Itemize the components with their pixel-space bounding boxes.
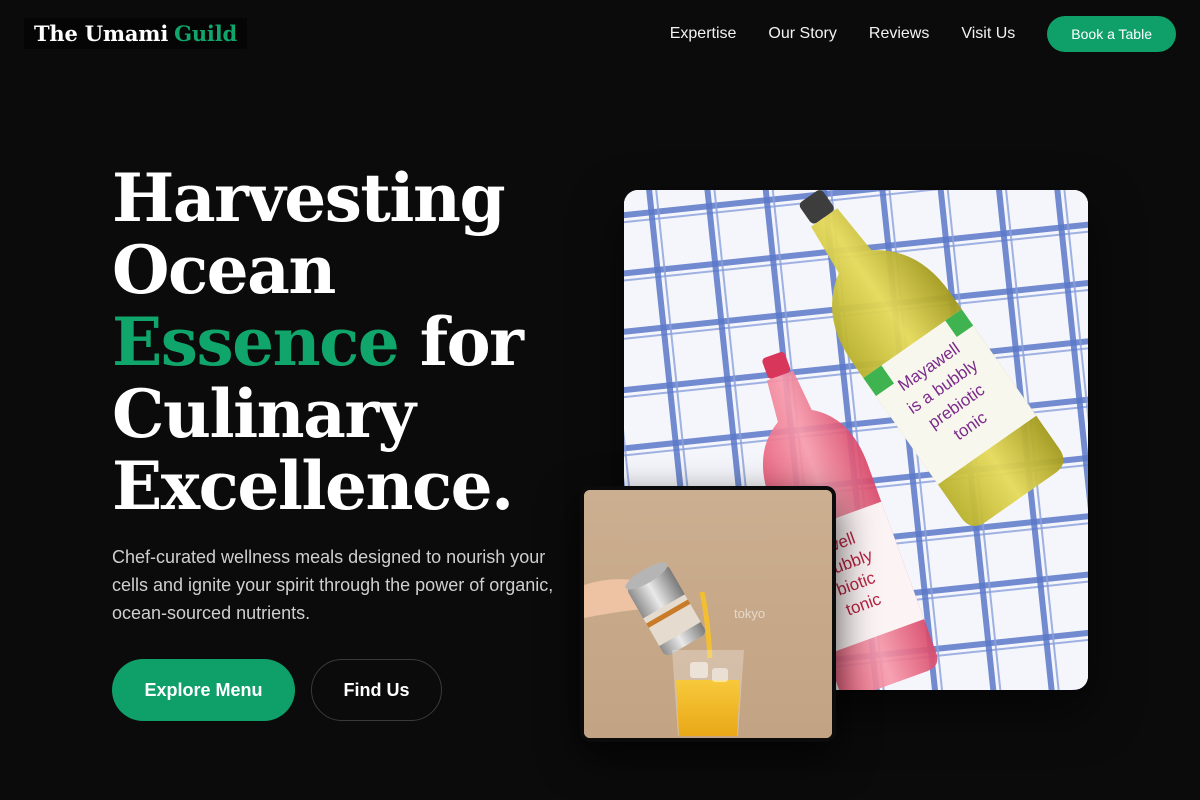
explore-menu-button[interactable]: Explore Menu (112, 659, 295, 721)
brand-logo[interactable]: The Umami Guild (24, 18, 247, 49)
brand-name: The Umami (34, 21, 169, 46)
book-table-button[interactable]: Book a Table (1047, 16, 1176, 52)
hero-title-line-2: Ocean (112, 231, 336, 309)
hero-title-line-5: Excellence. (112, 447, 514, 525)
small-image-watermark: tokyo (734, 606, 765, 621)
main-nav: Expertise Our Story Reviews Visit Us Boo… (670, 16, 1176, 52)
hero-image-pouring: tokyo (580, 486, 836, 742)
hero-title-accent: Essence (112, 303, 400, 381)
page: The Umami Guild Expertise Our Story Revi… (0, 0, 1200, 800)
find-us-button[interactable]: Find Us (311, 659, 442, 721)
hero-title-line-3-rest: for (419, 303, 524, 381)
nav-link-our-story[interactable]: Our Story (768, 25, 836, 43)
nav-link-visit-us[interactable]: Visit Us (961, 25, 1015, 43)
nav-link-expertise[interactable]: Expertise (670, 25, 737, 43)
hero-title-line-4: Culinary (112, 375, 416, 453)
brand-name-accent: Guild (174, 21, 237, 46)
nav-link-reviews[interactable]: Reviews (869, 25, 929, 43)
pouring-illustration: tokyo (584, 490, 832, 738)
hero-title-line-1: Harvesting (112, 159, 506, 237)
hero-subtitle: Chef-curated wellness meals designed to … (112, 547, 554, 623)
hero-title: Harvesting Ocean Essence for Culinary Ex… (112, 162, 572, 522)
